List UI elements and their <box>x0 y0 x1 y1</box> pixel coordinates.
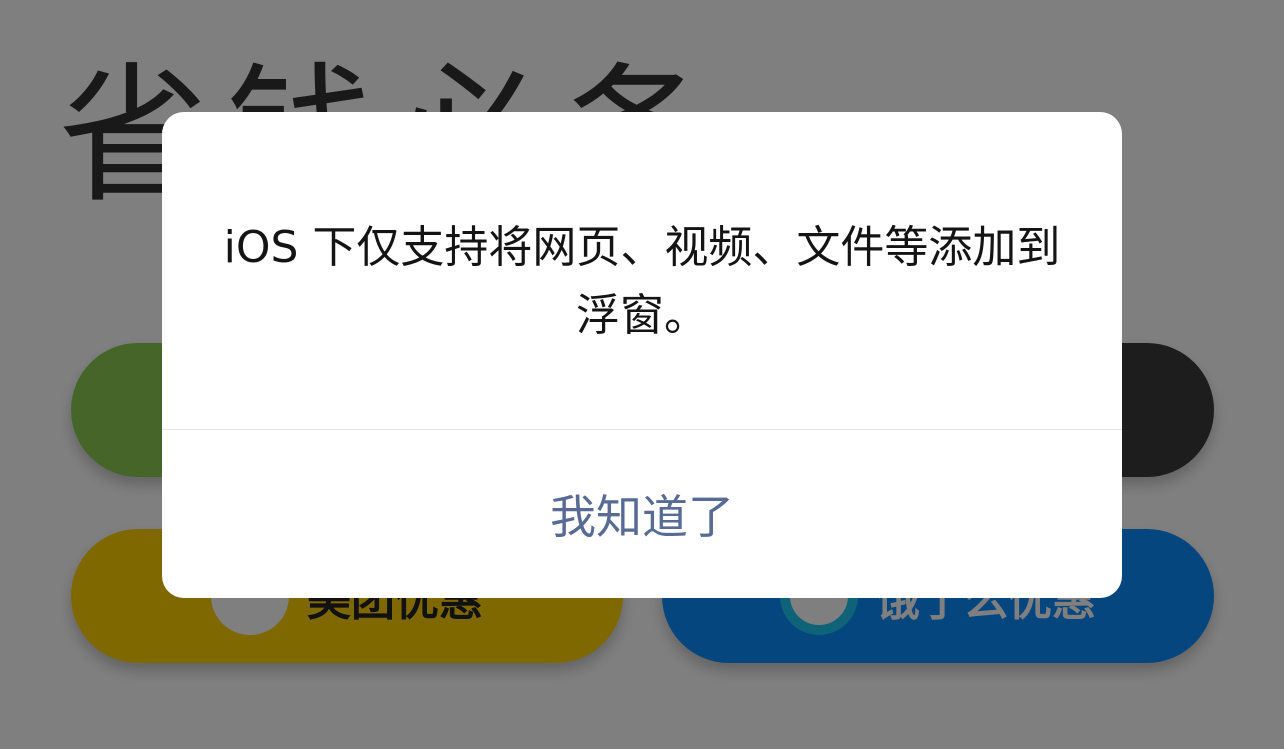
alert-dialog: iOS 下仅支持将网页、视频、文件等添加到浮窗。 我知道了 <box>162 112 1122 598</box>
dialog-message: iOS 下仅支持将网页、视频、文件等添加到浮窗。 <box>223 222 1061 341</box>
confirm-button[interactable]: 我知道了 <box>162 430 1122 598</box>
